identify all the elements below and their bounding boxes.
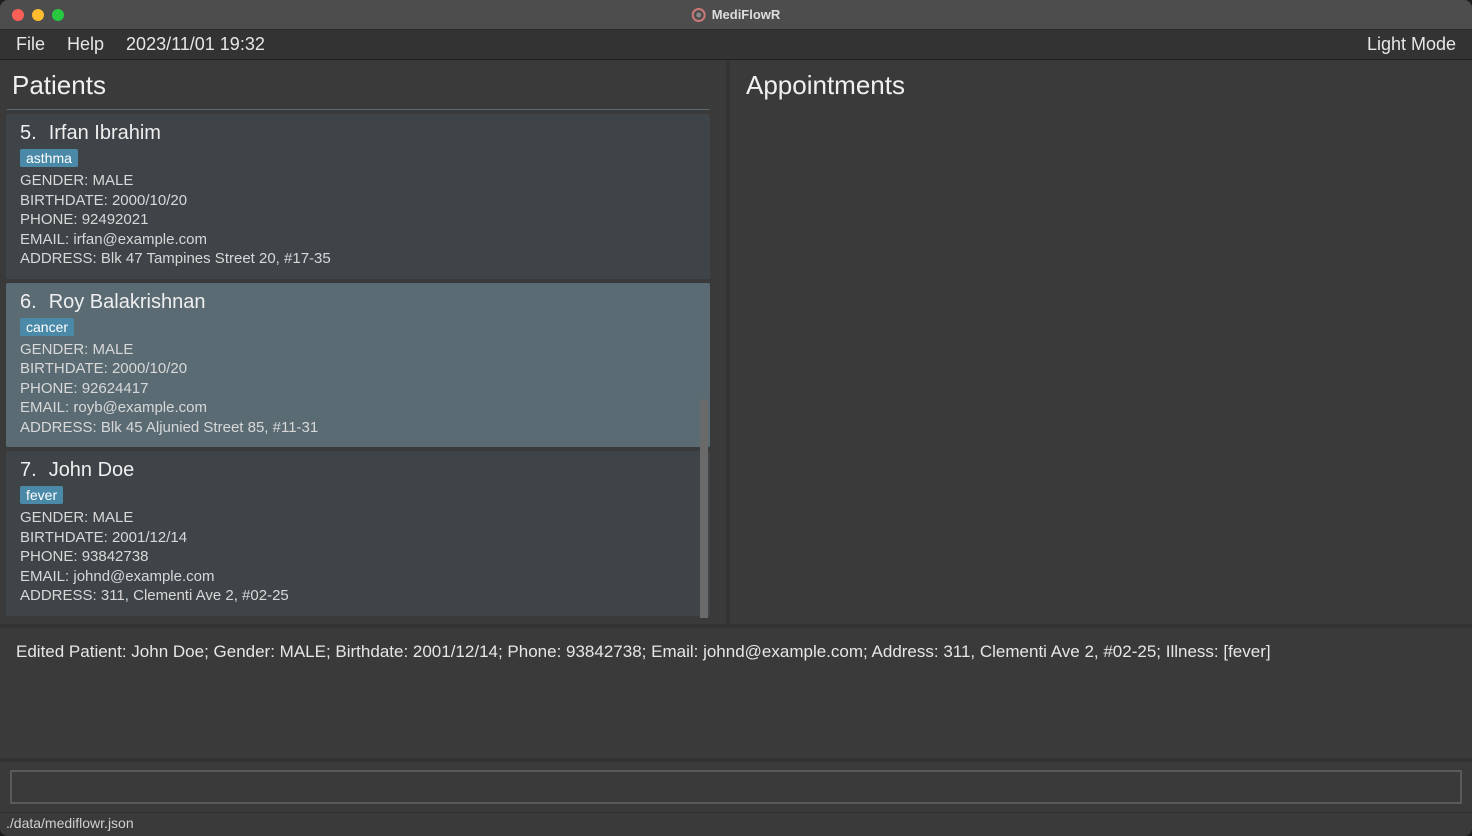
field-label: BIRTHDATE:: [20, 529, 108, 546]
field-label: EMAIL:: [20, 231, 69, 248]
window-controls: [0, 9, 64, 21]
patients-title: Patients: [6, 66, 726, 109]
command-input[interactable]: [10, 770, 1462, 804]
timestamp-label: 2023/11/01 19:32: [126, 34, 265, 55]
patient-phone: 92624417: [82, 380, 149, 397]
command-row: [0, 758, 1472, 812]
field-label: EMAIL:: [20, 399, 69, 416]
patient-phone: 93842738: [82, 548, 149, 565]
patient-name: Irfan Ibrahim: [49, 122, 161, 145]
illness-tag: asthma: [20, 149, 78, 167]
close-icon[interactable]: [12, 9, 24, 21]
window-title-text: MediFlowR: [712, 7, 781, 22]
patient-name: Roy Balakrishnan: [49, 291, 206, 314]
patient-birthdate: 2000/10/20: [112, 192, 187, 209]
patients-panel: Patients EMAIL: lidavid@example.com ADDR…: [0, 60, 730, 624]
minimize-icon[interactable]: [32, 9, 44, 21]
appointments-panel: Appointments: [730, 60, 1472, 624]
patient-email: johnd@example.com: [73, 568, 214, 585]
field-label: GENDER:: [20, 172, 88, 189]
app-icon: [692, 8, 706, 22]
patient-address: Blk 45 Aljunied Street 85, #11-31: [101, 419, 318, 436]
menubar: File Help 2023/11/01 19:32 Light Mode: [0, 30, 1472, 60]
patient-card[interactable]: 6. Roy Balakrishnan cancer GENDER: MALE B…: [6, 283, 710, 448]
patient-address: 311, Clementi Ave 2, #02-25: [101, 587, 289, 604]
illness-tag: fever: [20, 486, 63, 504]
patient-gender: MALE: [93, 341, 134, 358]
patient-gender: MALE: [93, 509, 134, 526]
window-title: MediFlowR: [692, 7, 781, 22]
field-label: PHONE:: [20, 548, 78, 565]
scrollbar-thumb[interactable]: [700, 399, 708, 618]
field-label: EMAIL:: [20, 568, 69, 585]
theme-toggle[interactable]: Light Mode: [1367, 34, 1456, 55]
patient-card[interactable]: 7. John Doe fever GENDER: MALE BIRTHDATE:…: [6, 451, 710, 616]
titlebar: MediFlowR: [0, 0, 1472, 30]
app-window: MediFlowR File Help 2023/11/01 19:32 Lig…: [0, 0, 1472, 836]
patient-index: 6.: [20, 291, 37, 314]
patient-index: 5.: [20, 122, 37, 145]
field-label: GENDER:: [20, 509, 88, 526]
patient-card[interactable]: EMAIL: lidavid@example.com ADDRESS: Blk …: [6, 109, 710, 110]
content-area: Patients EMAIL: lidavid@example.com ADDR…: [0, 60, 1472, 624]
field-label: BIRTHDATE:: [20, 192, 108, 209]
field-label: ADDRESS:: [20, 587, 97, 604]
appointments-title: Appointments: [740, 66, 1462, 109]
statusbar: ./data/mediflowr.json: [0, 812, 1472, 836]
file-menu[interactable]: File: [16, 34, 45, 55]
illness-tag: cancer: [20, 318, 74, 336]
maximize-icon[interactable]: [52, 9, 64, 21]
help-menu[interactable]: Help: [67, 34, 104, 55]
field-label: ADDRESS:: [20, 250, 97, 267]
patient-card[interactable]: 5. Irfan Ibrahim asthma GENDER: MALE BIRT…: [6, 114, 710, 279]
patients-list[interactable]: EMAIL: lidavid@example.com ADDRESS: Blk …: [6, 109, 710, 618]
output-area: Edited Patient: John Doe; Gender: MALE; …: [0, 624, 1472, 758]
field-label: PHONE:: [20, 211, 78, 228]
patient-birthdate: 2000/10/20: [112, 360, 187, 377]
patient-name: John Doe: [49, 459, 135, 482]
field-label: GENDER:: [20, 341, 88, 358]
patient-email: royb@example.com: [73, 399, 207, 416]
output-text: Edited Patient: John Doe; Gender: MALE; …: [16, 642, 1456, 662]
patient-gender: MALE: [93, 172, 134, 189]
patient-phone: 92492021: [82, 211, 149, 228]
data-file-path: ./data/mediflowr.json: [6, 815, 134, 831]
patient-birthdate: 2001/12/14: [112, 529, 187, 546]
field-label: ADDRESS:: [20, 419, 97, 436]
field-label: BIRTHDATE:: [20, 360, 108, 377]
patient-index: 7.: [20, 459, 37, 482]
field-label: PHONE:: [20, 380, 78, 397]
patient-email: irfan@example.com: [73, 231, 207, 248]
patient-address: Blk 47 Tampines Street 20, #17-35: [101, 250, 331, 267]
